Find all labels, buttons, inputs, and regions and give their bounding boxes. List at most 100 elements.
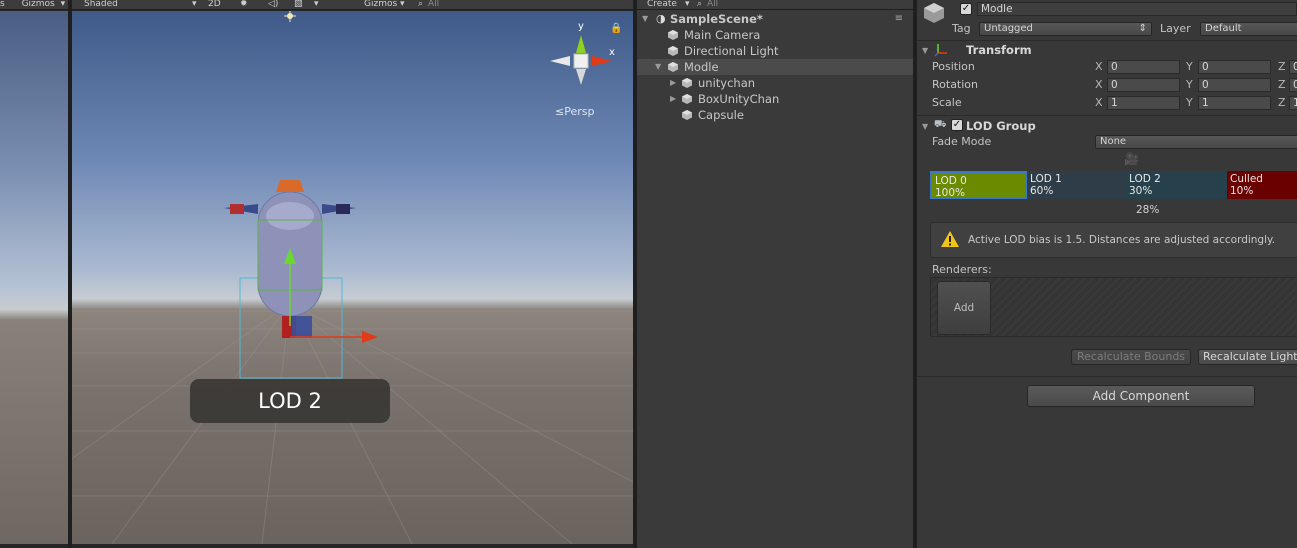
- collapse-arrow-icon[interactable]: ▶: [670, 91, 676, 107]
- hierarchy-item-label: unitychan: [698, 76, 756, 90]
- layer-value: Default: [1205, 23, 1242, 34]
- collapse-arrow-icon[interactable]: ▶: [670, 75, 676, 91]
- scene-orientation-gizmo[interactable]: [548, 23, 616, 87]
- hierarchy-panel: Create ▾ ⌕ All ▼ ◑ SampleScene* ≡ Main C…: [637, 0, 913, 548]
- expand-arrow-icon[interactable]: ▼: [642, 11, 648, 27]
- chevron-down-icon[interactable]: ▾: [400, 0, 405, 9]
- camera-marker-icon[interactable]: 🎥: [1124, 152, 1139, 166]
- scale-z-input[interactable]: 1: [1289, 96, 1297, 110]
- culled-segment[interactable]: Culled 10%: [1227, 171, 1297, 199]
- layer-label: Layer: [1160, 22, 1191, 35]
- lod-0-segment[interactable]: LOD 0 100%: [930, 171, 1027, 199]
- tag-label: Tag: [952, 22, 971, 35]
- game-view-toolbar-item[interactable]: s: [0, 0, 5, 9]
- game-view-canvas[interactable]: [0, 11, 68, 544]
- unity-scene-icon: ◑: [656, 12, 666, 25]
- transform-title[interactable]: Transform: [966, 43, 1032, 57]
- gameobject-cube-icon: [668, 62, 678, 72]
- scene-view-canvas[interactable]: 🔒 y x ≤Persp LOD 2: [72, 11, 633, 544]
- hierarchy-search-input[interactable]: All: [707, 0, 718, 9]
- scene-lighting-icon[interactable]: ✹: [240, 0, 248, 9]
- hierarchy-item-capsule[interactable]: Capsule: [637, 107, 913, 123]
- position-z-input[interactable]: 0: [1289, 60, 1297, 74]
- chevron-down-icon[interactable]: ▾: [314, 0, 319, 9]
- fade-mode-dropdown[interactable]: None: [1095, 135, 1297, 149]
- scene-view-toolbar: Shaded ▾ 2D ✹ ◁) ▧ ▾ Gizmos ▾ ⌕ All: [72, 0, 633, 10]
- hierarchy-item-unitychan[interactable]: ▶ unitychan: [637, 75, 913, 91]
- lod-segment-percent: 100%: [935, 187, 966, 199]
- hierarchy-toolbar: Create ▾ ⌕ All: [637, 0, 913, 10]
- projection-label[interactable]: ≤Persp: [555, 105, 594, 118]
- lod-bias-warning: Active LOD bias is 1.5. Distances are ad…: [930, 222, 1297, 258]
- scene-search-input[interactable]: All: [428, 0, 439, 9]
- scale-y-input[interactable]: 1: [1198, 96, 1271, 110]
- gameobject-cube-icon: [682, 110, 692, 120]
- audio-icon[interactable]: ◁): [268, 0, 278, 9]
- warning-text: Active LOD bias is 1.5. Distances are ad…: [968, 234, 1276, 246]
- hierarchy-item-main-camera[interactable]: Main Camera: [637, 27, 913, 43]
- rotation-y-input[interactable]: 0: [1198, 78, 1271, 92]
- recalculate-lightmap-scale-button[interactable]: Recalculate Lightmap Scale: [1198, 349, 1297, 365]
- expand-arrow-icon[interactable]: ▼: [655, 59, 661, 75]
- layer-dropdown[interactable]: Default: [1200, 22, 1297, 36]
- lod-segment-name: LOD 0: [935, 175, 967, 187]
- lod-segment-name: LOD 2: [1129, 173, 1161, 185]
- lod-2-segment[interactable]: LOD 2 30%: [1126, 171, 1227, 199]
- divider: [917, 40, 1297, 41]
- projection-text: Persp: [564, 105, 595, 118]
- lod-segment-percent: 60%: [1030, 185, 1054, 197]
- shading-mode-dropdown[interactable]: Shaded: [84, 0, 118, 9]
- hierarchy-item-directional-light[interactable]: Directional Light: [637, 43, 913, 59]
- transform-icon: [934, 44, 947, 57]
- scale-x-input[interactable]: 1: [1107, 96, 1180, 110]
- hierarchy-item-label: Directional Light: [684, 44, 779, 58]
- 2d-toggle-button[interactable]: 2D: [208, 0, 221, 9]
- rotation-z-input[interactable]: 0: [1289, 78, 1297, 92]
- object-name-input[interactable]: Modle: [977, 2, 1297, 16]
- fold-arrow-icon[interactable]: ▼: [922, 122, 928, 131]
- search-icon[interactable]: ⌕: [697, 0, 702, 9]
- create-button[interactable]: Create: [647, 0, 677, 9]
- rotation-x-input[interactable]: 0: [1107, 78, 1180, 92]
- position-label: Position: [932, 60, 975, 73]
- game-view-toolbar: s Gizmos ▾: [0, 0, 68, 10]
- scene-root-item[interactable]: ▼ ◑ SampleScene* ≡: [637, 11, 913, 27]
- scene-gizmos-button[interactable]: Gizmos: [364, 0, 397, 9]
- lod-overlay-label: LOD 2: [190, 379, 390, 423]
- add-renderer-button[interactable]: Add: [937, 281, 991, 335]
- hierarchy-item-boxunitychan[interactable]: ▶ BoxUnityChan: [637, 91, 913, 107]
- renderers-list[interactable]: Add: [930, 277, 1297, 337]
- chevron-down-icon[interactable]: ▾: [685, 0, 690, 9]
- lod-segment-percent: 30%: [1129, 185, 1153, 197]
- game-view-gizmos-button[interactable]: Gizmos: [22, 0, 55, 9]
- recalculate-bounds-button[interactable]: Recalculate Bounds: [1071, 349, 1191, 365]
- perspective-icon: ≤: [555, 105, 565, 118]
- fold-arrow-icon[interactable]: ▼: [922, 46, 928, 55]
- gameobject-cube-icon: [924, 3, 944, 23]
- chevron-down-icon[interactable]: ▾: [192, 0, 197, 9]
- position-y-input[interactable]: 0: [1198, 60, 1271, 74]
- directional-light-icon[interactable]: [282, 11, 298, 25]
- tag-value: Untagged: [984, 23, 1033, 34]
- active-checkbox[interactable]: ✓: [960, 3, 972, 15]
- menu-icon[interactable]: ≡: [895, 11, 903, 27]
- position-x-input[interactable]: 0: [1107, 60, 1180, 74]
- current-lod-percent: 28%: [1136, 204, 1160, 216]
- tag-dropdown[interactable]: Untagged ⇕: [979, 22, 1152, 36]
- lod-group-enabled-checkbox[interactable]: ✓: [951, 119, 963, 131]
- hierarchy-item-label: Modle: [684, 60, 719, 74]
- scene-name: SampleScene*: [670, 12, 763, 26]
- hierarchy-item-modle[interactable]: ▼ Modle: [637, 59, 913, 75]
- effects-icon[interactable]: ▧: [294, 0, 303, 9]
- axis-z-label: Z: [1278, 78, 1286, 91]
- search-icon[interactable]: ⌕: [418, 0, 423, 9]
- add-component-button[interactable]: Add Component: [1027, 385, 1255, 407]
- lod-group-title[interactable]: LOD Group: [966, 119, 1036, 133]
- lod-segment-name: LOD 1: [1030, 173, 1062, 185]
- axis-y-label: Y: [1186, 78, 1193, 91]
- axis-y-label: Y: [1186, 96, 1193, 109]
- chevron-down-icon[interactable]: ▾: [61, 0, 66, 9]
- lod-segment-percent: 10%: [1230, 185, 1254, 197]
- modle-scene-object[interactable]: [220, 166, 380, 386]
- lod-1-segment[interactable]: LOD 1 60%: [1027, 171, 1126, 199]
